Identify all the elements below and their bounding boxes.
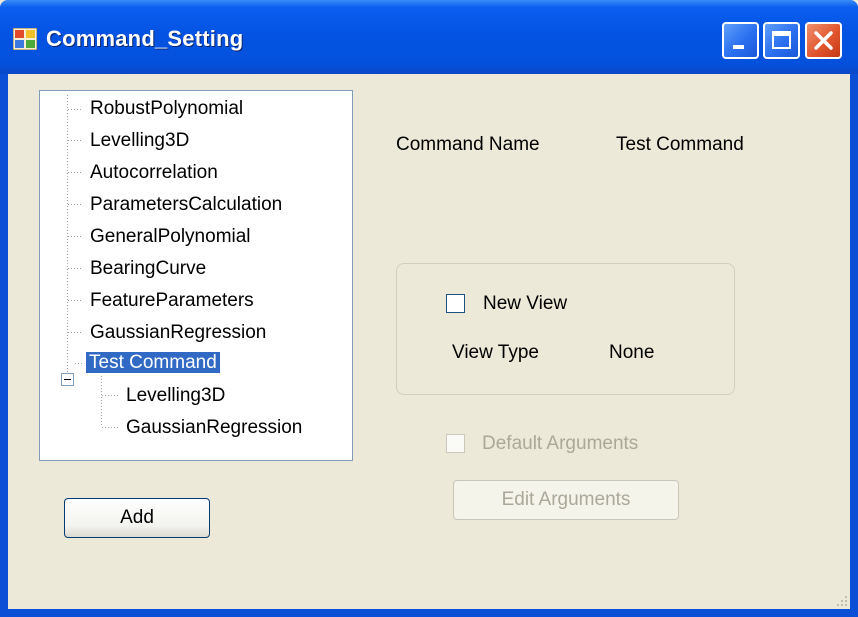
collapse-toggle-icon[interactable] [61,373,74,386]
new-view-checkbox[interactable] [446,294,465,313]
close-button[interactable] [805,22,842,59]
minimize-icon [733,45,744,49]
minimize-button[interactable] [722,22,759,59]
default-arguments-label[interactable]: Default Arguments [482,433,638,455]
close-icon [814,31,833,50]
tree-item[interactable]: FeatureParameters [90,287,254,315]
tree-item[interactable]: RobustPolynomial [90,95,243,123]
app-icon [13,28,37,50]
command-name-label: Command Name [396,134,540,155]
command-name-value: Test Command [616,134,744,155]
tree-child-item[interactable]: Levelling3D [126,382,225,410]
default-arguments-checkbox[interactable] [446,434,465,453]
resize-grip-icon[interactable] [834,593,848,607]
tree-child-item[interactable]: GaussianRegression [126,414,302,442]
tree-item-selected[interactable]: Test Command [86,349,220,377]
tree-item-label: Autocorrelation [90,162,218,183]
view-type-label: View Type [452,342,539,363]
edit-arguments-button[interactable]: Edit Arguments [453,480,679,520]
new-view-label[interactable]: New View [483,293,567,315]
command-tree[interactable]: RobustPolynomial Levelling3D Autocorrela… [39,90,353,461]
tree-item[interactable]: ParametersCalculation [90,191,282,219]
maximize-button[interactable] [763,22,800,59]
add-button[interactable]: Add [64,498,210,538]
tree-item-label: Levelling3D [126,385,226,406]
tree-item-label: RobustPolynomial [90,98,244,119]
tree-item[interactable]: Autocorrelation [90,159,218,187]
view-groupbox [396,263,735,395]
tree-item[interactable]: GeneralPolynomial [90,223,251,251]
title-bar[interactable]: Command_Setting [0,0,858,74]
view-type-value: None [609,342,655,363]
window-title: Command_Setting [46,26,244,51]
tree-item-label: Test Command [86,352,220,373]
tree-item-label: ParametersCalculation [90,194,283,215]
tree-item[interactable]: Levelling3D [90,127,189,155]
tree-item[interactable]: GaussianRegression [90,319,266,347]
tree-item[interactable]: BearingCurve [90,255,206,283]
tree-item-label: BearingCurve [90,258,207,279]
client-area: RobustPolynomial Levelling3D Autocorrela… [8,74,850,609]
tree-item-label: GaussianRegression [90,322,267,343]
tree-item-label: Levelling3D [90,130,190,151]
maximize-icon [772,31,791,49]
tree-item-label: FeatureParameters [90,290,254,311]
tree-item-label: GeneralPolynomial [90,226,251,247]
tree-item-label: GaussianRegression [126,417,303,438]
command-setting-window: Command_Setting RobustPolynomial Levelli… [0,0,858,617]
